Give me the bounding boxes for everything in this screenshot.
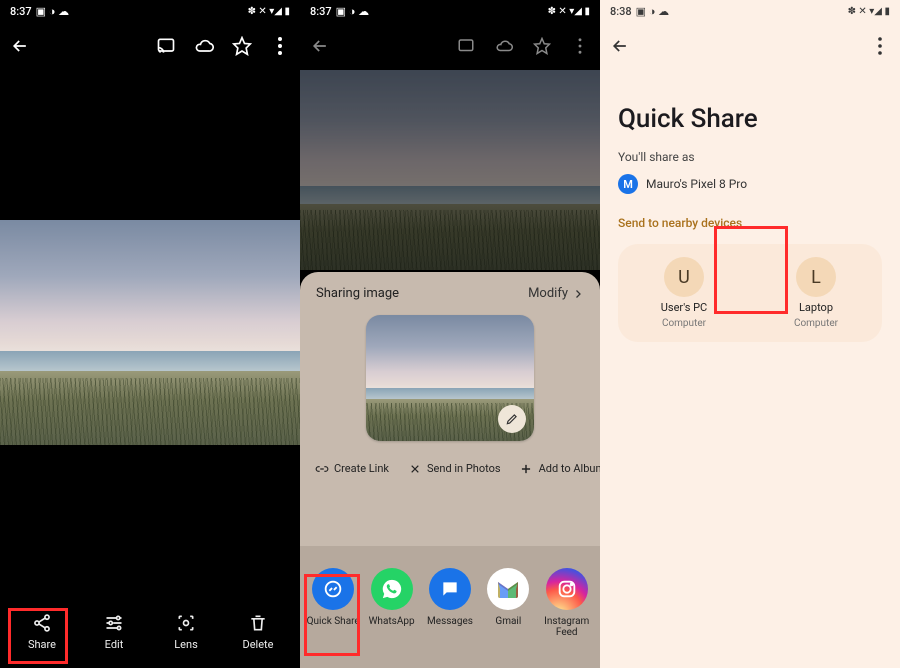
quick-share-icon [312,568,354,610]
photos-icon [407,461,422,476]
sheet-title: Sharing image [316,286,399,301]
share-action-chips: Create Link Send in Photos Add to Album … [300,453,600,490]
share-preview-thumbnail[interactable] [366,315,534,441]
status-right-icons: ✽ ✕ ▾◢ ▮ [848,6,890,17]
device-laptop[interactable]: L Laptop Computer [750,257,882,329]
lens-label: Lens [174,638,198,651]
device-name: Laptop [799,301,833,314]
trash-icon [247,612,269,634]
status-left-icons: ▣ ◑ ☁ [636,5,670,18]
cloud-icon [494,36,514,56]
add-album-chip[interactable]: Add to Album [519,461,600,476]
share-app-row: Quick Share WhatsApp Messages Gmail [300,546,600,668]
chevron-right-icon [572,288,584,300]
add-album-label: Add to Album [539,462,600,475]
share-label: Share [28,638,56,651]
send-photos-label: Send in Photos [427,462,501,475]
instagram-icon [546,568,588,610]
share-icon [31,612,53,634]
status-bar: 8:37 ▣ ◑ ☁ ✽ ✕ ▾◢ ▮ [0,0,300,22]
edit-button[interactable]: Edit [84,612,144,651]
screen-photo-viewer: 8:37 ▣ ◑ ☁ ✽ ✕ ▾◢ ▮ [0,0,300,668]
lens-button[interactable]: Lens [156,612,216,651]
share-button[interactable]: Share [12,612,72,651]
whatsapp-icon [371,568,413,610]
share-sheet: Sharing image Modify Create Link Send in [300,272,600,668]
user-identity-row[interactable]: M Mauro's Pixel 8 Pro [600,174,900,210]
link-icon [314,461,329,476]
edit-pencil-badge[interactable] [498,405,526,433]
gmail-label: Gmail [495,616,521,627]
messages-icon [429,568,471,610]
status-right-icons: ✽ ✕ ▾◢ ▮ [548,6,590,17]
cast-icon [456,36,476,56]
delete-button[interactable]: Delete [228,612,288,651]
instagram-app[interactable]: Instagram Feed [538,568,596,660]
edit-label: Edit [105,638,124,651]
status-right-icons: ✽ ✕ ▾◢ ▮ [248,6,290,17]
gmail-icon [487,568,529,610]
share-as-label: You'll share as [600,146,900,174]
star-icon[interactable] [232,36,252,56]
lens-icon [175,612,197,634]
status-left-icons: ▣ ◑ ☁ [336,5,370,18]
device-avatar: L [796,257,836,297]
pencil-icon [505,412,519,426]
device-users-pc[interactable]: U User's PC Computer [618,257,750,329]
plus-icon [519,461,534,476]
back-icon[interactable] [10,36,30,56]
top-bar [0,22,300,70]
top-bar-dim [300,22,600,70]
whatsapp-label: WhatsApp [369,616,415,627]
edit-sliders-icon [103,612,125,634]
create-link-chip[interactable]: Create Link [314,461,389,476]
quick-share-label: Quick Share [307,616,360,627]
cast-icon[interactable] [156,36,176,56]
gmail-app[interactable]: Gmail [479,568,537,660]
device-type: Computer [794,318,838,329]
status-time: 8:37 [310,5,332,18]
top-bar [600,22,900,70]
more-icon[interactable] [870,36,890,56]
messages-label: Messages [427,616,473,627]
send-nearby-label: Send to nearby devices [600,210,900,240]
device-name: User's PC [661,301,707,314]
status-left-icons: ▣ ◑ ☁ [36,5,70,18]
messages-app[interactable]: Messages [421,568,479,660]
user-device-name: Mauro's Pixel 8 Pro [646,177,747,191]
quick-share-app[interactable]: Quick Share [304,568,362,660]
delete-label: Delete [243,638,274,651]
background-photo-dim [300,70,600,270]
modify-label: Modify [528,286,568,301]
screen-quick-share: 8:38 ▣ ◑ ☁ ✽ ✕ ▾◢ ▮ Quick Share You'll s… [600,0,900,668]
create-link-label: Create Link [334,462,389,475]
status-bar: 8:37 ▣ ◑ ☁ ✽ ✕ ▾◢ ▮ [300,0,600,22]
nearby-devices-card: U User's PC Computer L Laptop Computer [618,244,882,342]
device-type: Computer [662,318,706,329]
status-time: 8:37 [10,5,32,18]
cloud-icon[interactable] [194,36,214,56]
back-icon[interactable] [610,36,630,56]
beach-photo [0,220,300,445]
more-icon [570,36,590,56]
status-time: 8:38 [610,5,632,18]
photo-content[interactable] [0,220,300,445]
device-avatar: U [664,257,704,297]
instagram-label: Instagram Feed [538,616,596,638]
more-icon[interactable] [270,36,290,56]
user-avatar: M [618,174,638,194]
whatsapp-app[interactable]: WhatsApp [363,568,421,660]
bottom-action-bar: Share Edit Lens Delete [0,598,300,668]
page-title: Quick Share [600,70,900,146]
modify-button[interactable]: Modify [528,286,584,301]
send-photos-chip[interactable]: Send in Photos [407,461,501,476]
screen-share-sheet: 8:37 ▣ ◑ ☁ ✽ ✕ ▾◢ ▮ Sharing image Modify [300,0,600,668]
status-bar: 8:38 ▣ ◑ ☁ ✽ ✕ ▾◢ ▮ [600,0,900,22]
back-icon[interactable] [310,36,330,56]
star-icon [532,36,552,56]
